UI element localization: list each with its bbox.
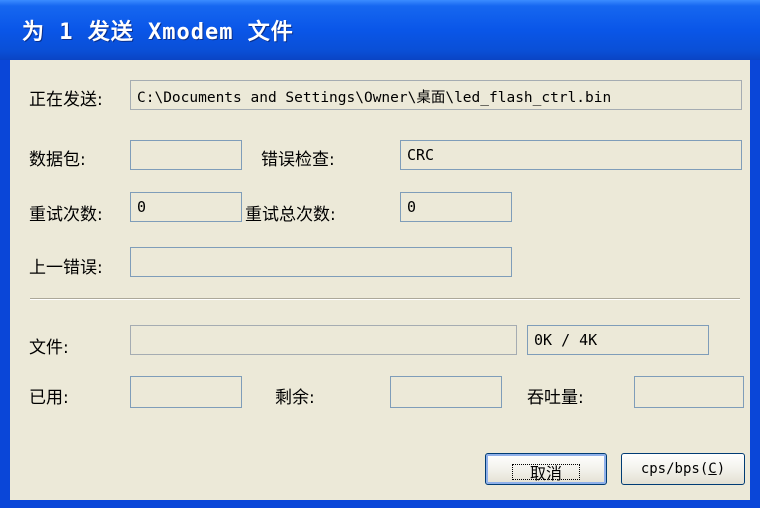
retries-field: 0 [130,192,242,222]
cps-bps-button[interactable]: cps/bps(C) [621,453,745,485]
total-retries-field: 0 [400,192,512,222]
last-error-field [130,247,512,277]
sending-label: 正在发送: [29,90,103,110]
dialog-body: 正在发送: C:\Documents and Settings\Owner\桌面… [10,60,750,500]
window-title: 为 1 发送 Xmodem 文件 [22,20,294,45]
remaining-field [390,376,502,408]
cps-bps-mnemonic: C [708,461,717,477]
elapsed-label: 已用: [29,388,69,408]
throughput-field [634,376,744,408]
last-error-label: 上一错误: [29,258,103,278]
file-progress-bar [130,325,517,355]
remaining-label: 剩余: [275,388,315,408]
file-size-field: 0K / 4K [527,325,709,355]
error-check-field: CRC [400,140,742,170]
cps-bps-label: cps/bps [640,461,700,477]
cancel-button-label: 取消 [508,460,584,484]
packet-label: 数据包: [29,150,86,170]
elapsed-field [130,376,242,408]
title-bar[interactable]: 为 1 发送 Xmodem 文件 [0,0,760,60]
file-label: 文件: [29,338,69,358]
cancel-button[interactable]: 取消 [485,453,607,485]
separator [30,298,740,300]
total-retries-label: 重试总次数: [245,205,336,225]
throughput-label: 吞吐量: [527,388,584,408]
packet-field [130,140,242,170]
error-check-label: 错误检查: [261,150,335,170]
xmodem-send-dialog: 为 1 发送 Xmodem 文件 正在发送: C:\Documents and … [0,0,760,508]
retries-label: 重试次数: [29,205,103,225]
sending-path-field: C:\Documents and Settings\Owner\桌面\led_f… [130,80,742,110]
